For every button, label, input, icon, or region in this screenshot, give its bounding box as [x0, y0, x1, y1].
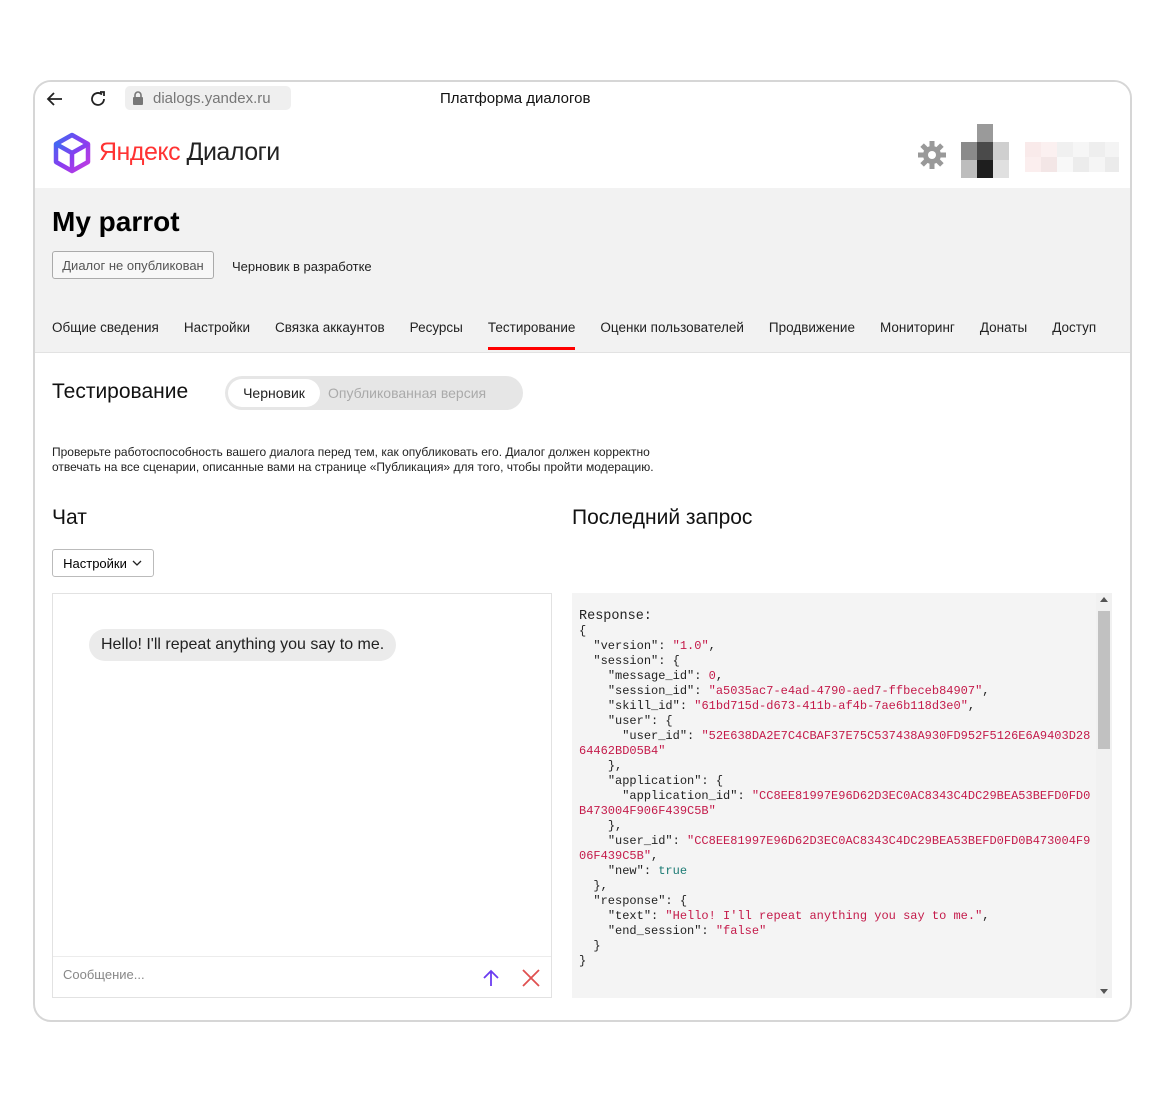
response-label: Response:	[579, 609, 652, 624]
browser-toolbar: dialogs.yandex.ru Платформа диалогов	[35, 82, 1130, 119]
intro-line-2: отвечать на все сценарии, описанные вами…	[52, 460, 654, 474]
address-bar[interactable]: dialogs.yandex.ru	[125, 86, 291, 110]
json-session-user-id: 52E638DA2E7C4CBAF37E75C537438A930FD952F5…	[579, 729, 1091, 758]
mode-draft-option[interactable]: Черновик	[228, 379, 320, 407]
tab-testing[interactable]: Тестирование	[487, 320, 575, 350]
json-response-text: Hello! I'll repeat anything you say to m…	[672, 909, 976, 923]
tab-account-linking[interactable]: Связка аккаунтов	[275, 320, 385, 350]
tab-monitoring[interactable]: Мониторинг	[880, 320, 955, 350]
tab-settings[interactable]: Настройки	[184, 320, 250, 350]
app-header: Яндекс Диалоги	[35, 118, 1130, 188]
tab-promotion[interactable]: Продвижение	[769, 320, 855, 350]
scroll-thumb[interactable]	[1098, 611, 1110, 749]
back-arrow-icon[interactable]	[45, 89, 65, 109]
url-text: dialogs.yandex.ru	[153, 89, 271, 107]
scroll-up-arrow-icon[interactable]	[1100, 597, 1108, 602]
chat-settings-label: Настройки	[63, 555, 127, 571]
draft-status-label: Черновик в разработке	[232, 259, 372, 274]
chat-input-row: Сообщение...	[53, 956, 551, 999]
json-scrollbar[interactable]	[1096, 593, 1112, 998]
tab-bar: Общие сведения Настройки Связка аккаунто…	[52, 320, 1121, 350]
tab-donations[interactable]: Донаты	[980, 320, 1027, 350]
project-title: My parrot	[52, 206, 180, 237]
reload-icon[interactable]	[87, 88, 109, 110]
json-response-panel[interactable]: Response: { "version": "1.0", "session":…	[572, 593, 1112, 998]
json-message-id: 0	[708, 669, 716, 683]
username-blurred	[1025, 142, 1119, 172]
tab-resources[interactable]: Ресурсы	[410, 320, 463, 350]
tab-user-ratings[interactable]: Оценки пользователей	[600, 320, 743, 350]
json-application-id: CC8EE81997E96D62D3EC0AC8343C4DC29BEA53BE…	[579, 789, 1091, 818]
chat-title: Чат	[52, 506, 87, 529]
avatar[interactable]	[961, 124, 1009, 178]
chevron-down-icon	[132, 560, 142, 566]
logo-text[interactable]: Яндекс Диалоги	[99, 138, 280, 167]
message-input[interactable]: Сообщение...	[63, 967, 145, 982]
publish-status-button[interactable]: Диалог не опубликован	[52, 251, 214, 279]
json-skill-id: 61bd715d-d673-411b-af4b-7ae6b118d3e0	[701, 699, 961, 713]
json-response: Response: { "version": "1.0", "session":…	[579, 609, 1091, 968]
tab-general[interactable]: Общие сведения	[52, 320, 159, 350]
json-session-id: a5035ac7-e4ad-4790-aed7-ffbeceb84907	[715, 684, 976, 698]
tab-access[interactable]: Доступ	[1052, 320, 1096, 350]
gear-icon[interactable]	[917, 140, 947, 170]
last-request-title: Последний запрос	[572, 506, 753, 529]
chat-message-bubble: Hello! I'll repeat anything you say to m…	[89, 629, 397, 661]
logo-yandex: Яндекс	[99, 138, 181, 166]
logo-dialogs: Диалоги	[186, 138, 281, 166]
chat-panel: Hello! I'll repeat anything you say to m…	[52, 593, 552, 998]
json-version: 1.0	[679, 639, 702, 653]
scroll-down-arrow-icon[interactable]	[1100, 989, 1108, 994]
chat-settings-button[interactable]: Настройки	[52, 549, 154, 577]
json-end-session: false	[723, 924, 760, 938]
lock-icon	[133, 91, 143, 105]
mode-published-option[interactable]: Опубликованная версия	[328, 376, 486, 410]
send-arrow-icon[interactable]	[481, 968, 501, 988]
testing-intro: Проверьте работоспособность вашего диало…	[52, 445, 742, 475]
json-user-id: CC8EE81997E96D62D3EC0AC8343C4DC29BEA53BE…	[579, 834, 1091, 863]
browser-window: dialogs.yandex.ru Платформа диалогов Янд…	[33, 80, 1132, 1022]
version-switch[interactable]: Черновик Опубликованная версия	[225, 376, 523, 410]
intro-line-1: Проверьте работоспособность вашего диало…	[52, 445, 650, 459]
project-header: My parrot Диалог не опубликован Черновик…	[35, 188, 1130, 353]
json-new: true	[658, 864, 688, 878]
cube-logo-icon[interactable]	[52, 132, 92, 174]
clear-chat-icon[interactable]	[521, 968, 541, 988]
page-title: Платформа диалогов	[440, 90, 591, 107]
testing-title: Тестирование	[52, 380, 189, 403]
